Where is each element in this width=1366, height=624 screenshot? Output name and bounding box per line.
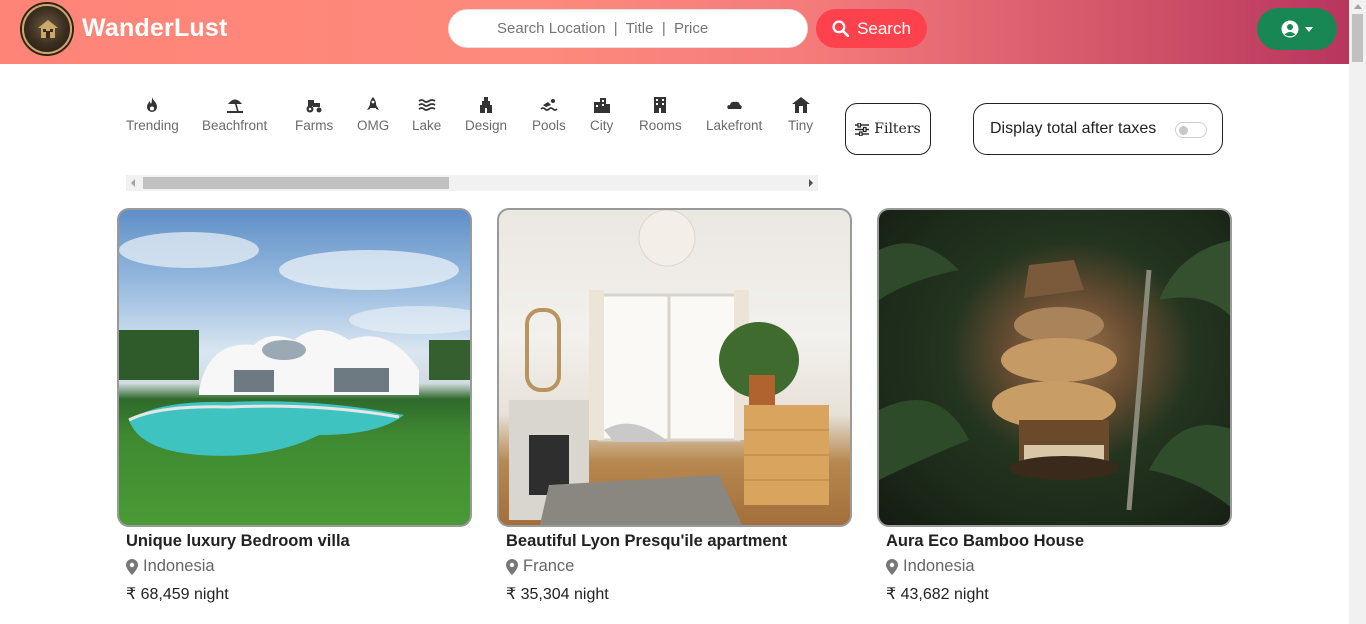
person-swimming-icon bbox=[540, 99, 558, 111]
location-pin-icon bbox=[506, 558, 518, 575]
scroll-left-arrow-icon[interactable] bbox=[131, 179, 135, 187]
umbrella-beach-icon bbox=[226, 99, 243, 113]
fire-icon bbox=[147, 97, 158, 112]
listing-location: Indonesia bbox=[126, 557, 472, 576]
bamboo-house-photo bbox=[879, 240, 1230, 511]
filters-scrollbar[interactable] bbox=[126, 175, 818, 191]
search-button-label: Search bbox=[857, 18, 911, 38]
city-icon bbox=[593, 98, 610, 113]
apartment-photo bbox=[509, 210, 829, 525]
tax-toggle-switch[interactable] bbox=[1175, 122, 1207, 138]
listing-card[interactable]: Beautiful Lyon Presqu'ile apartment Fran… bbox=[497, 208, 852, 604]
filters-button-label: Filters bbox=[874, 121, 921, 137]
listing-title[interactable]: Aura Eco Bamboo House bbox=[886, 532, 1232, 551]
brand-name[interactable]: WanderLust bbox=[82, 14, 228, 43]
listing-title[interactable]: Beautiful Lyon Presqu'ile apartment bbox=[506, 532, 852, 551]
filter-beachfront[interactable]: Beachfront bbox=[202, 96, 267, 133]
filter-trending[interactable]: Trending bbox=[126, 96, 179, 133]
tractor-icon bbox=[306, 100, 322, 113]
listing-location: France bbox=[506, 557, 852, 576]
listing-price: ₹ 35,304 night bbox=[506, 586, 609, 603]
listing-location: Indonesia bbox=[886, 557, 1232, 576]
scroll-up-arrow-icon[interactable] bbox=[1354, 4, 1362, 9]
toggle-knob bbox=[1179, 126, 1188, 135]
listing-image[interactable] bbox=[117, 208, 472, 527]
filters-scrollbar-thumb[interactable] bbox=[143, 177, 449, 189]
search-input[interactable] bbox=[497, 20, 797, 37]
scrollbar-thumb[interactable] bbox=[1352, 14, 1363, 62]
filter-rooms[interactable]: Rooms bbox=[639, 96, 682, 133]
navbar: WanderLust Search bbox=[0, 0, 1349, 64]
search-icon bbox=[832, 20, 850, 37]
location-pin-icon bbox=[886, 558, 898, 575]
rocket-icon bbox=[367, 97, 380, 110]
villa-photo bbox=[119, 232, 470, 456]
sliders-icon bbox=[855, 122, 870, 136]
tax-toggle-label: Display total after taxes bbox=[990, 120, 1157, 137]
filter-lakefront[interactable]: Lakefront bbox=[706, 96, 762, 133]
filter-city[interactable]: City bbox=[590, 96, 613, 133]
filter-design[interactable]: Design bbox=[465, 96, 507, 133]
filter-omg[interactable]: OMG bbox=[357, 96, 389, 133]
tax-toggle-container: Display total after taxes bbox=[973, 103, 1223, 155]
search-field[interactable] bbox=[448, 9, 808, 48]
house-logo-icon bbox=[38, 20, 58, 38]
user-menu-button[interactable] bbox=[1257, 8, 1337, 50]
category-filters: Trending Beachfront Farms OMG Lake Desig… bbox=[120, 96, 820, 156]
hotel-icon bbox=[654, 97, 667, 113]
user-circle-icon bbox=[1281, 20, 1299, 38]
filters-button[interactable]: Filters bbox=[845, 103, 931, 155]
listing-image[interactable] bbox=[877, 208, 1232, 527]
listing-price: ₹ 68,459 night bbox=[126, 586, 229, 603]
listing-image[interactable] bbox=[497, 208, 852, 527]
listing-price: ₹ 43,682 night bbox=[886, 586, 989, 603]
filter-tiny[interactable]: Tiny bbox=[788, 96, 813, 133]
filter-lake[interactable]: Lake bbox=[412, 96, 441, 133]
scroll-right-arrow-icon[interactable] bbox=[809, 179, 813, 187]
house-icon bbox=[791, 97, 810, 113]
water-icon bbox=[418, 99, 436, 111]
location-pin-icon bbox=[126, 558, 138, 575]
filter-pools[interactable]: Pools bbox=[532, 96, 566, 133]
caret-down-icon bbox=[1305, 26, 1313, 32]
filter-farms[interactable]: Farms bbox=[295, 96, 333, 133]
cloud-icon bbox=[727, 101, 742, 109]
logo[interactable] bbox=[22, 4, 72, 54]
listing-title[interactable]: Unique luxury Bedroom villa bbox=[126, 532, 472, 551]
listing-card[interactable]: Aura Eco Bamboo House Indonesia ₹ 43,682… bbox=[877, 208, 1232, 604]
listing-card[interactable]: Unique luxury Bedroom villa Indonesia ₹ … bbox=[117, 208, 472, 604]
page-scrollbar[interactable] bbox=[1349, 0, 1366, 624]
gopuram-icon bbox=[480, 97, 493, 113]
search-button[interactable]: Search bbox=[816, 9, 927, 48]
